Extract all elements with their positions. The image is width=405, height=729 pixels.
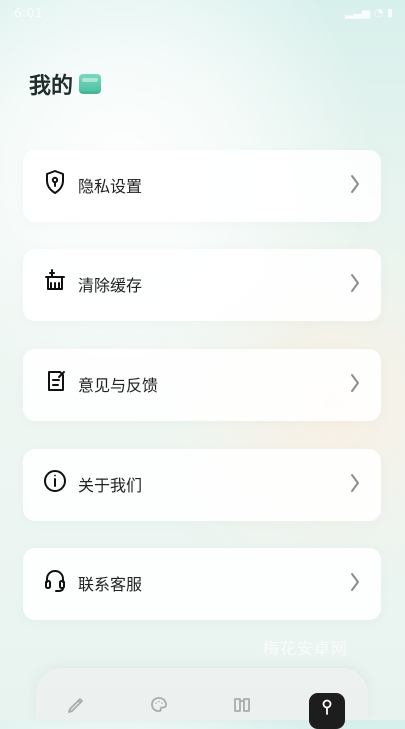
chevron-right-icon [347,271,363,295]
chevron-right-icon [347,471,363,495]
menu-item-contact-support[interactable]: 联系客服 [23,548,381,620]
battery-icon: ▮ [386,6,393,19]
chevron-right-icon [347,570,363,594]
menu-item-label: 清除缓存 [78,276,143,295]
menu-item-about-us[interactable]: 关于我们 [23,449,381,521]
feedback-icon [41,367,69,395]
menu-item-label: 关于我们 [78,476,143,495]
menu-item-label: 意见与反馈 [78,376,159,395]
chevron-right-icon [347,371,363,395]
nav-pencil-button[interactable] [64,693,88,717]
broom-icon [41,267,69,295]
menu-item-label: 隐私设置 [78,177,143,196]
wifi-icon: ◔ [373,6,384,19]
status-icons: ▂▃▅ ◔ ▮ [345,6,393,19]
chevron-right-icon [347,172,363,196]
pencil-icon [68,698,83,713]
page-header: 我的 [29,68,102,100]
bottom-nav [36,668,368,729]
nav-book-button[interactable] [230,693,254,717]
title-badge-icon [79,74,102,94]
headset-icon [41,566,69,594]
status-bar: 6:01 ▂▃▅ ◔ ▮ [0,0,405,30]
nav-profile-button[interactable] [309,693,345,729]
book-icon [234,698,250,712]
shield-icon [41,168,69,196]
info-icon [41,467,69,495]
page-title: 我的 [29,74,74,99]
menu-item-feedback[interactable]: 意见与反馈 [23,349,381,421]
menu-item-clear-cache[interactable]: 清除缓存 [23,249,381,321]
nav-palette-button[interactable] [147,693,171,717]
profile-icon [322,699,332,715]
menu-item-label: 联系客服 [78,575,143,594]
signal-icon: ▂▃▅ [344,6,371,19]
watermark: 梅花安卓网 [263,639,349,658]
menu-item-privacy-settings[interactable]: 隐私设置 [23,150,381,222]
status-time: 6:01 [14,6,43,20]
palette-icon [151,697,167,712]
